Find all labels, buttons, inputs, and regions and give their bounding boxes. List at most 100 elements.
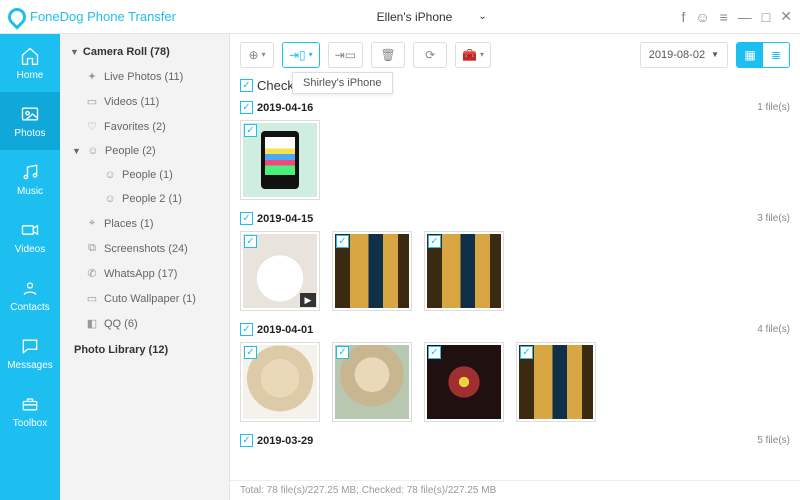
pc-export-icon: ⇥▭	[335, 48, 356, 62]
nav-messages[interactable]: Messages	[0, 324, 60, 382]
export-to-pc-button[interactable]: ⇥▭	[328, 42, 363, 68]
chevron-down-icon: ▾	[262, 50, 266, 59]
photo-thumbnail[interactable]: ✓	[516, 342, 596, 422]
album-icon: ✦	[86, 70, 98, 83]
sidebar-item[interactable]: ▭Cuto Wallpaper (1)	[60, 286, 229, 311]
main: Home Photos Music Videos Contacts Messag…	[0, 34, 800, 500]
nav-contacts[interactable]: Contacts	[0, 266, 60, 324]
sidebar-item-label: Cuto Wallpaper (1)	[104, 293, 196, 305]
briefcase-icon: 🧰	[462, 48, 477, 62]
checkbox-icon: ✓	[240, 101, 253, 114]
checkbox-icon: ✓	[240, 434, 253, 447]
group-header[interactable]: ✓2019-04-014 file(s)	[240, 321, 790, 340]
checkbox-icon[interactable]: ✓	[520, 346, 533, 359]
nav-photos-label: Photos	[14, 128, 45, 139]
checkbox-icon: ✓	[240, 79, 253, 92]
group-date: 2019-03-29	[257, 435, 313, 447]
chevron-down-icon: ⌄	[478, 11, 486, 22]
sidebar-item-label: Places (1)	[104, 218, 154, 230]
sidebar-item[interactable]: ☺People (1)	[60, 163, 229, 187]
group-header[interactable]: ✓ 2019-03-29 5 file(s)	[240, 432, 790, 451]
checkbox-icon[interactable]: ✓	[244, 124, 257, 137]
checkbox-icon[interactable]: ✓	[244, 346, 257, 359]
sidebar-item[interactable]: ▭Videos (11)	[60, 89, 229, 114]
photo-thumbnail[interactable]: ✓	[240, 342, 320, 422]
device-selector[interactable]: Ellen's iPhone ⌄	[354, 5, 504, 29]
group-header[interactable]: ✓2019-04-153 file(s)	[240, 210, 790, 229]
sidebar-photo-library[interactable]: Photo Library (12)	[60, 336, 229, 362]
grid-view-button[interactable]: ▦	[737, 43, 763, 67]
phone-export-icon: ⇥▯	[289, 48, 306, 62]
group-date: 2019-04-15	[257, 213, 313, 225]
sidebar-item-label: QQ (6)	[104, 318, 138, 330]
add-button[interactable]: ⊕▾	[240, 42, 274, 68]
photos-icon	[20, 104, 40, 124]
sidebar-camera-roll[interactable]: ▼ Camera Roll (78)	[60, 40, 229, 64]
checkbox-icon[interactable]: ✓	[244, 235, 257, 248]
chevron-down-icon: ▾	[309, 50, 313, 59]
nav-videos-label: Videos	[15, 244, 45, 255]
list-view-button[interactable]: ≣	[763, 43, 789, 67]
app-logo: FoneDog Phone Transfer	[8, 8, 176, 26]
checkbox-icon[interactable]: ✓	[336, 235, 349, 248]
album-icon: ✆	[86, 267, 98, 280]
sidebar-item-label: Screenshots (24)	[104, 243, 188, 255]
sidebar-item[interactable]: ⌖Places (1)	[60, 211, 229, 236]
checkbox-icon[interactable]: ✓	[428, 346, 441, 359]
people-icon: ☺	[104, 169, 116, 181]
photo-thumbnail[interactable]: ✓▶	[240, 231, 320, 311]
photo-thumbnail[interactable]: ✓	[332, 342, 412, 422]
sidebar: ▼ Camera Roll (78) ✦ Live Photos (11) ▭Vid…	[60, 34, 230, 500]
facebook-icon[interactable]: f	[681, 9, 685, 25]
toolbar: ⊕▾ ⇥▯▾ ⇥▭ 🗑 ⟳ 🧰▾ 2019-08-02▼ ▦ ≣	[230, 34, 800, 76]
sidebar-people[interactable]: ▼ ☺ People (2)	[60, 139, 229, 163]
sidebar-item-label: Live Photos (11)	[104, 71, 183, 83]
trash-icon: 🗑	[380, 48, 395, 62]
feedback-icon[interactable]: ☺	[695, 9, 709, 25]
photo-thumbnail[interactable]: ✓	[424, 342, 504, 422]
export-target-tooltip[interactable]: Shirley's iPhone	[292, 72, 393, 94]
group-file-count: 5 file(s)	[757, 435, 790, 446]
thumbnail-row: ✓▶✓✓	[240, 229, 790, 321]
refresh-button[interactable]: ⟳	[413, 42, 447, 68]
checkbox-icon: ✓	[240, 323, 253, 336]
sidebar-item[interactable]: ⧉ Screenshots (24)	[60, 236, 229, 261]
home-icon	[20, 46, 40, 66]
menu-icon[interactable]: ≡	[720, 9, 728, 25]
sidebar-item[interactable]: ☺ People 2 (1)	[60, 187, 229, 211]
sidebar-item[interactable]: ◧QQ (6)	[60, 311, 229, 336]
checkbox-icon[interactable]: ✓	[428, 235, 441, 248]
videos-icon	[20, 220, 40, 240]
photo-thumbnail[interactable]: ✓	[332, 231, 412, 311]
group-header[interactable]: ✓2019-04-161 file(s)	[240, 99, 790, 118]
delete-button[interactable]: 🗑	[371, 42, 405, 68]
album-icon: ⧉	[86, 242, 98, 255]
sidebar-item[interactable]: ♡Favorites (2)	[60, 114, 229, 139]
export-to-device-button[interactable]: ⇥▯▾	[282, 42, 320, 68]
close-icon[interactable]: ✕	[780, 8, 792, 25]
nav-home[interactable]: Home	[0, 34, 60, 92]
sidebar-item-label: WhatsApp (17)	[104, 268, 177, 280]
minimize-icon[interactable]: ―	[738, 9, 752, 25]
photo-thumbnail[interactable]: ✓	[240, 120, 320, 200]
nav-videos[interactable]: Videos	[0, 208, 60, 266]
nav-contacts-label: Contacts	[10, 302, 49, 313]
nav-toolbox[interactable]: Toolbox	[0, 382, 60, 440]
maximize-icon[interactable]: □	[762, 9, 770, 25]
sidebar-item[interactable]: ✆ WhatsApp (17)	[60, 261, 229, 286]
music-icon	[20, 162, 40, 182]
people-icon: ☺	[87, 145, 99, 157]
date-filter[interactable]: 2019-08-02▼	[640, 42, 728, 68]
nav-music-label: Music	[17, 186, 43, 197]
photo-thumbnail[interactable]: ✓	[424, 231, 504, 311]
people-icon: ☺	[104, 193, 116, 205]
thumbnail-row: ✓	[240, 118, 790, 210]
toolbox-button[interactable]: 🧰▾	[455, 42, 491, 68]
nav-home-label: Home	[17, 70, 44, 81]
checkbox-icon[interactable]: ✓	[336, 346, 349, 359]
sidebar-item[interactable]: ✦ Live Photos (11)	[60, 64, 229, 89]
navbar: Home Photos Music Videos Contacts Messag…	[0, 34, 60, 500]
sidebar-item-label: People 2 (1)	[122, 193, 182, 205]
nav-music[interactable]: Music	[0, 150, 60, 208]
nav-photos[interactable]: Photos	[0, 92, 60, 150]
